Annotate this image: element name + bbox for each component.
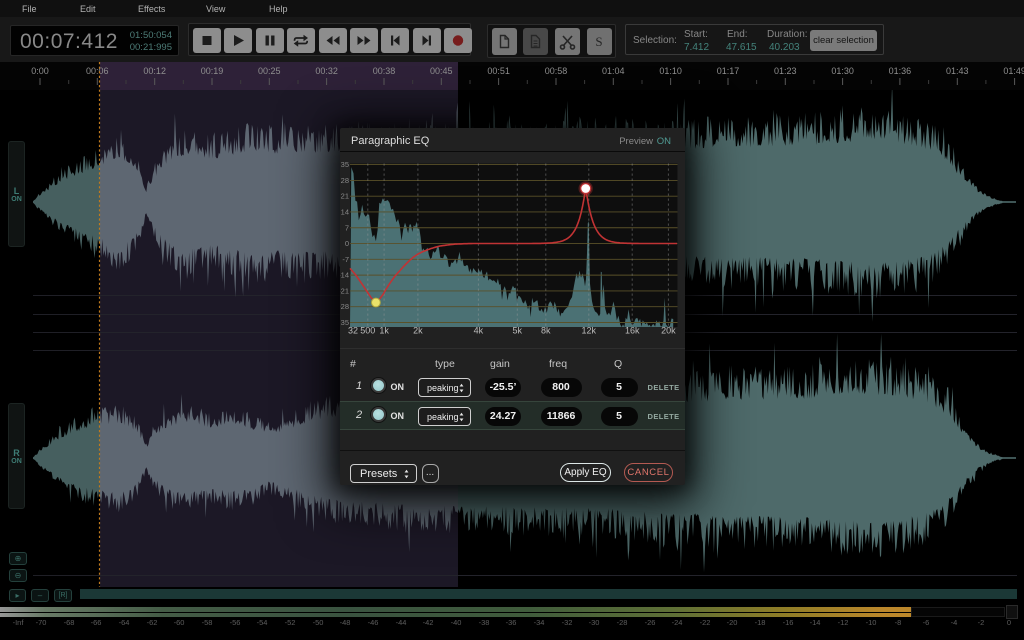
svg-text:35: 35 [341, 160, 349, 169]
svg-text:00:38: 00:38 [373, 66, 396, 76]
svg-text:16k: 16k [625, 326, 640, 336]
svg-text:00:58: 00:58 [545, 66, 568, 76]
svg-text:12k: 12k [582, 326, 597, 336]
svg-text:-28: -28 [340, 302, 349, 311]
svg-text:4k: 4k [474, 326, 484, 336]
svg-text:00:19: 00:19 [201, 66, 224, 76]
svg-text:00:51: 00:51 [487, 66, 510, 76]
svg-text:00:06: 00:06 [86, 66, 109, 76]
svg-text:-7: -7 [342, 255, 349, 264]
svg-text:01:23: 01:23 [774, 66, 797, 76]
svg-text:5k: 5k [513, 326, 523, 336]
svg-text:500: 500 [360, 326, 375, 336]
svg-text:7: 7 [345, 223, 349, 232]
svg-text:28: 28 [341, 176, 349, 185]
svg-text:00:12: 00:12 [143, 66, 166, 76]
svg-text:21: 21 [341, 192, 349, 201]
svg-text:01:10: 01:10 [659, 66, 682, 76]
svg-text:01:30: 01:30 [831, 66, 854, 76]
svg-text:01:43: 01:43 [946, 66, 969, 76]
svg-text:8k: 8k [541, 326, 551, 336]
svg-text:00:25: 00:25 [258, 66, 281, 76]
svg-text:-14: -14 [340, 271, 349, 280]
svg-text:00:32: 00:32 [315, 66, 338, 76]
svg-text:-21: -21 [340, 286, 349, 295]
svg-text:32: 32 [348, 326, 358, 336]
svg-text:00:45: 00:45 [430, 66, 453, 76]
svg-text:20k: 20k [661, 326, 676, 336]
svg-text:1k: 1k [379, 326, 389, 336]
svg-text:01:36: 01:36 [889, 66, 912, 76]
svg-text:01:17: 01:17 [717, 66, 740, 76]
svg-text:01:49: 01:49 [1003, 66, 1024, 76]
svg-text:0: 0 [345, 239, 349, 248]
svg-text:0:00: 0:00 [31, 66, 49, 76]
svg-text:2k: 2k [413, 326, 423, 336]
svg-text:01:04: 01:04 [602, 66, 625, 76]
svg-text:14: 14 [341, 208, 349, 217]
